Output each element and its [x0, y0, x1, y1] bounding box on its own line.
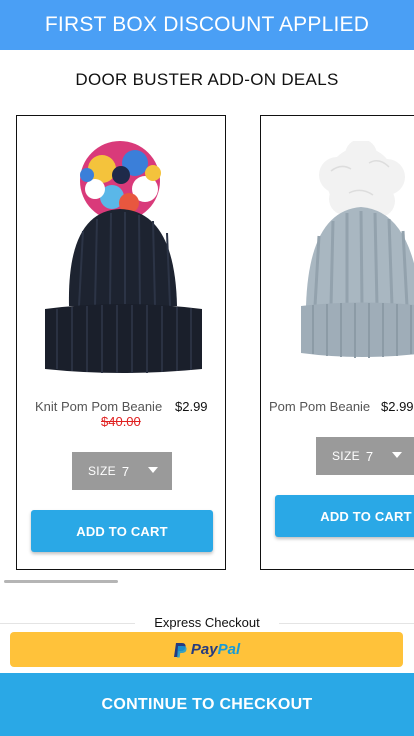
- size-label: SIZE: [332, 449, 360, 463]
- add-to-cart-button[interactable]: ADD TO CART: [275, 495, 414, 537]
- express-checkout-label: Express Checkout: [146, 615, 268, 630]
- discount-banner-text: FIRST BOX DISCOUNT APPLIED: [44, 13, 370, 36]
- discount-banner: FIRST BOX DISCOUNT APPLIED: [0, 0, 414, 50]
- product-name[interactable]: Knit Pom Pom Beanie: [35, 399, 162, 414]
- paypal-word-pal: Pal: [217, 641, 241, 658]
- size-value: 7: [121, 463, 130, 479]
- product-price: $2.99: [175, 399, 208, 414]
- product-carousel[interactable]: Knit Pom Pom Beanie $2.99 $40.00 SIZE 7 …: [0, 115, 414, 575]
- product-price: $2.99: [381, 399, 414, 414]
- chevron-down-icon: [392, 452, 402, 458]
- product-card[interactable]: Pom Pom Beanie $2.99 SIZE 7 ADD TO CART: [260, 115, 414, 570]
- size-label: SIZE: [88, 464, 116, 478]
- section-title: DOOR BUSTER ADD-ON DEALS: [75, 70, 339, 89]
- express-checkout-divider: Express Checkout: [0, 615, 414, 631]
- carousel-scrollbar[interactable]: [4, 580, 118, 583]
- product-card[interactable]: Knit Pom Pom Beanie $2.99 $40.00 SIZE 7 …: [16, 115, 226, 570]
- add-to-cart-button[interactable]: ADD TO CART: [31, 510, 213, 552]
- size-value: 7: [365, 448, 374, 464]
- size-select[interactable]: SIZE 7: [72, 452, 172, 490]
- paypal-button[interactable]: PayPal: [10, 632, 403, 667]
- chevron-down-icon: [148, 467, 158, 473]
- paypal-logo-icon: [173, 642, 187, 657]
- size-select[interactable]: SIZE 7: [316, 437, 414, 475]
- product-original-price: $40.00: [101, 414, 141, 429]
- continue-to-checkout-button[interactable]: CONTINUE TO CHECKOUT: [0, 673, 414, 736]
- product-name[interactable]: Pom Pom Beanie: [269, 399, 370, 414]
- knit-pom-beanie-image: [45, 141, 202, 373]
- pom-beanie-image: [301, 141, 414, 358]
- paypal-word-pay: Pay: [190, 641, 218, 658]
